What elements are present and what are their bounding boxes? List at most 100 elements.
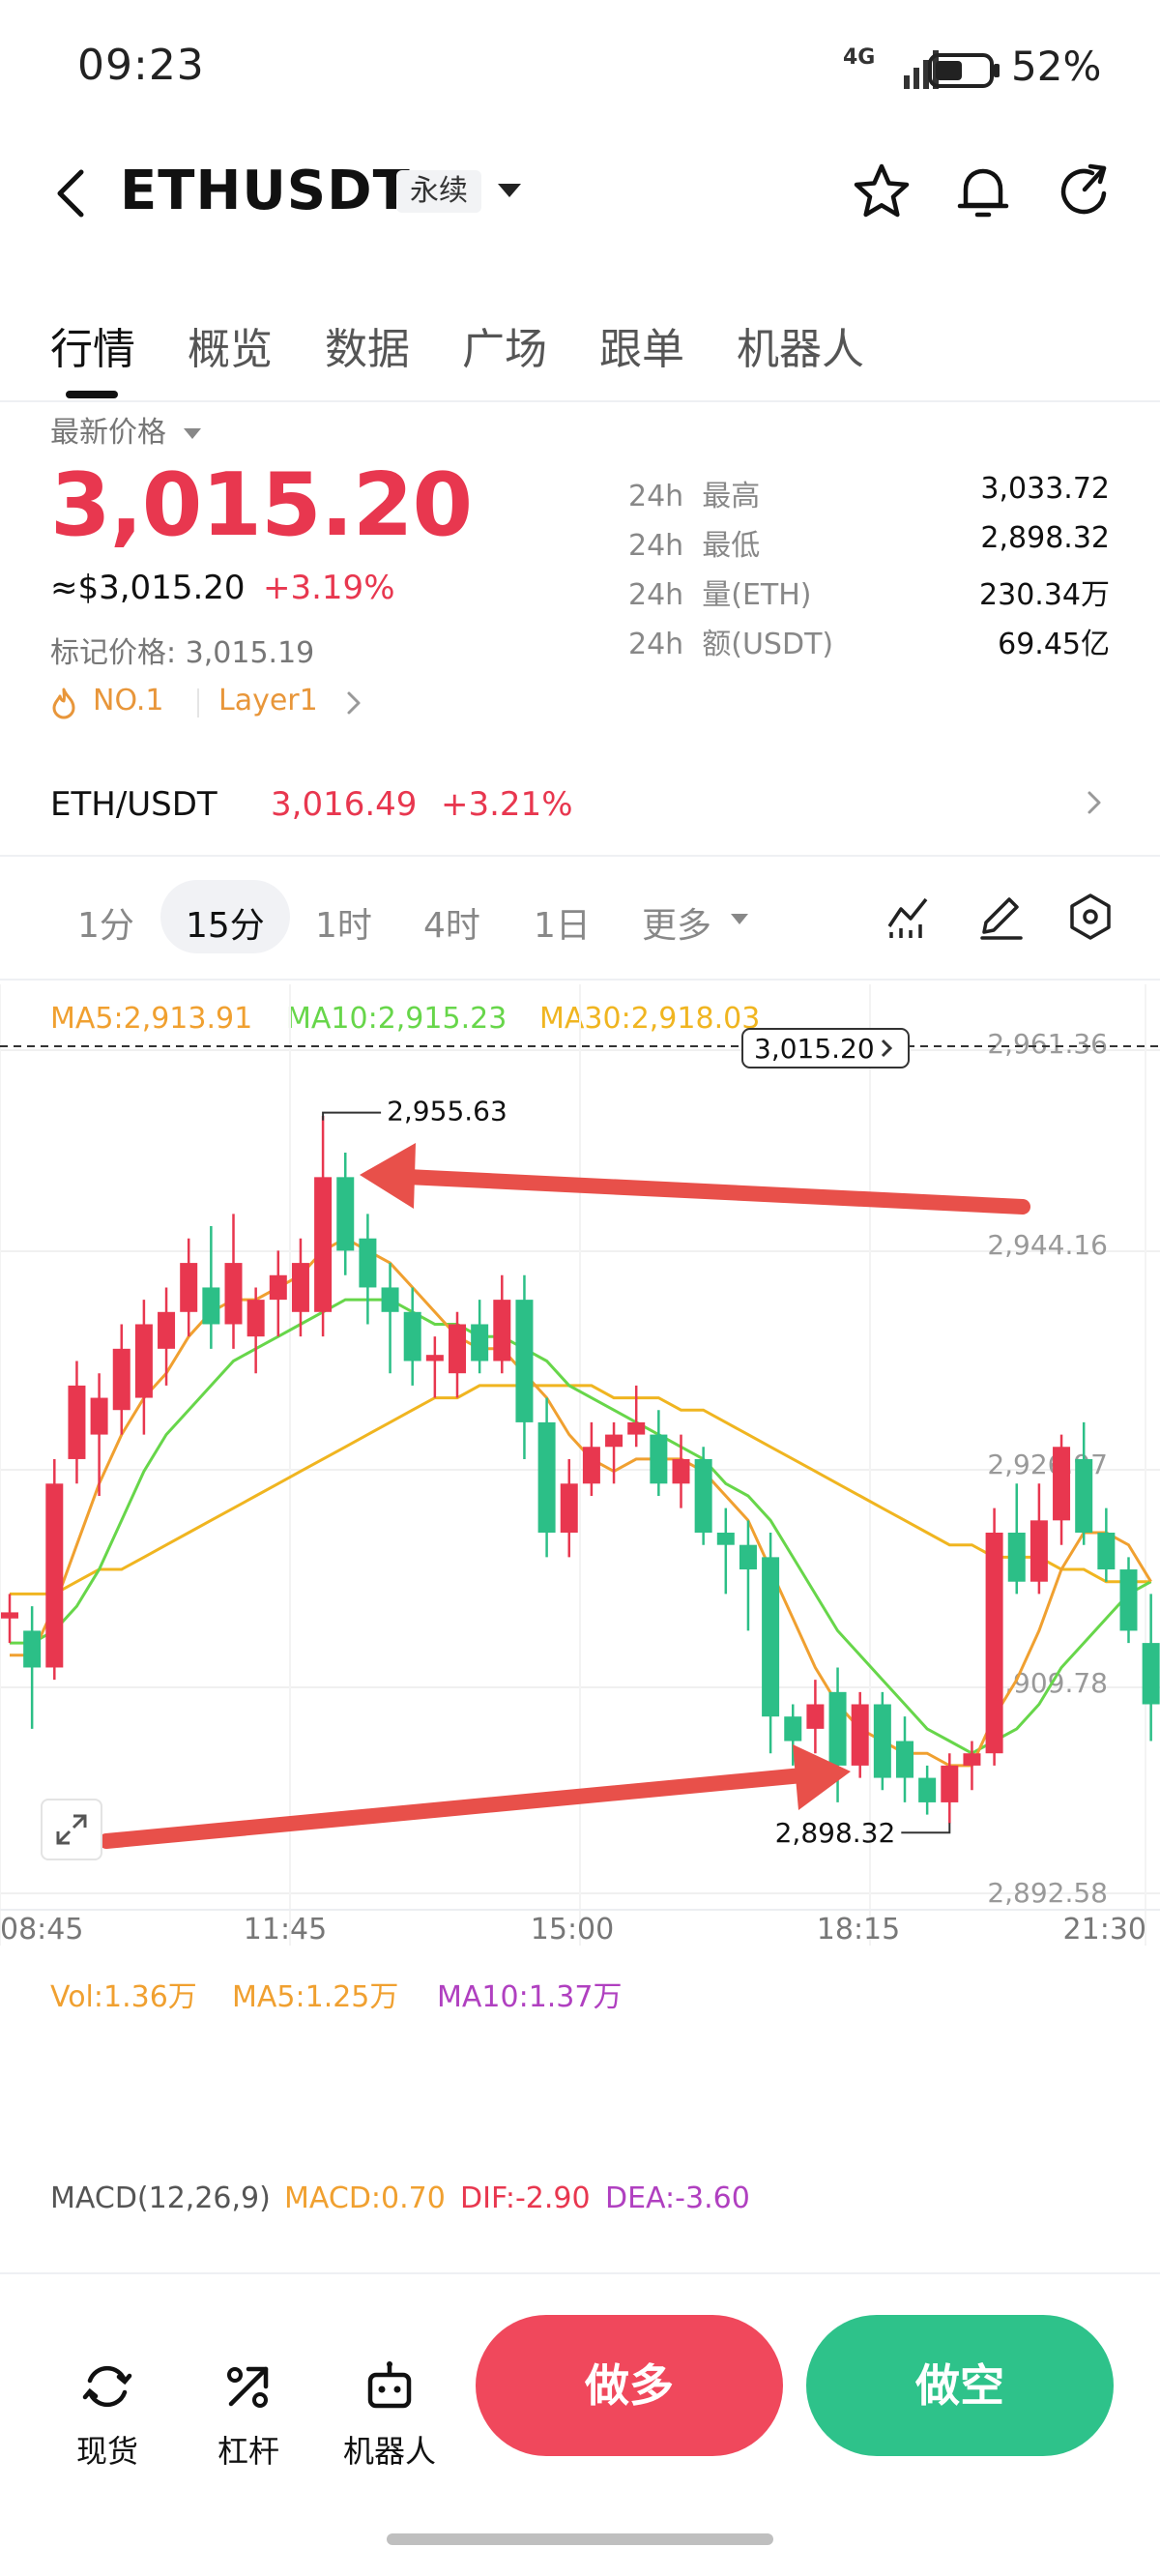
candle-body <box>68 1385 86 1459</box>
margin-nav-button[interactable]: 杠杆 <box>195 2357 302 2472</box>
vol-ma5-legend: MA5:1.25万 <box>232 1980 399 2014</box>
interval-1h[interactable]: 1时 <box>315 897 372 948</box>
long-button[interactable]: 做多 <box>476 2315 783 2456</box>
tab-copy-trade[interactable]: 跟单 <box>599 314 684 376</box>
spot-divider <box>0 855 1160 857</box>
tag-divider <box>197 688 199 717</box>
robot-icon <box>367 2361 412 2409</box>
rank-tag[interactable]: NO.1 <box>93 684 163 717</box>
expand-icon <box>56 1814 87 1845</box>
candle-body <box>650 1434 668 1484</box>
candle-body <box>851 1704 869 1766</box>
indicator-icon[interactable] <box>882 890 936 944</box>
usd-price: ≈$3,015.20 <box>50 569 246 607</box>
chevron-right-icon[interactable] <box>1085 787 1104 818</box>
candle-body <box>403 1311 421 1361</box>
candle-body <box>158 1311 176 1349</box>
candle-body <box>739 1544 757 1570</box>
interval-15m[interactable]: 15分 <box>186 897 265 948</box>
back-icon[interactable] <box>52 164 91 222</box>
tab-overview[interactable]: 概览 <box>188 314 273 376</box>
high-marker-line <box>322 1111 382 1121</box>
macd-name: MACD(12,26,9) <box>50 2181 271 2215</box>
bell-icon[interactable] <box>952 161 1014 222</box>
candle-body <box>582 1447 600 1484</box>
candle-body <box>1007 1533 1026 1582</box>
x-tick-label: 15:00 <box>531 1913 614 1946</box>
vol-ma10-legend: MA10:1.37万 <box>437 1980 623 2014</box>
candle-body <box>246 1300 265 1337</box>
candle-body <box>449 1324 466 1374</box>
candle-body <box>336 1177 355 1251</box>
tab-square[interactable]: 广场 <box>462 314 547 376</box>
chevron-right-icon[interactable] <box>344 688 363 717</box>
fire-icon <box>52 688 75 719</box>
fullscreen-button[interactable] <box>41 1799 102 1860</box>
draw-icon[interactable] <box>974 890 1029 944</box>
candle-body <box>112 1348 130 1411</box>
candle-body <box>762 1557 780 1717</box>
spot-pair: ETH/USDT <box>50 785 218 824</box>
arrow-shaft-bottom <box>99 1768 810 1849</box>
home-indicator[interactable] <box>387 2533 773 2545</box>
y-tick-label: 2,909.78 <box>987 1667 1108 1699</box>
candle-body <box>23 1630 42 1668</box>
price-tag-text: 3,015.20 <box>754 1033 875 1065</box>
spot-price: 3,016.49 <box>271 785 418 824</box>
candle-body <box>269 1274 287 1301</box>
status-bar: 09:23 4G 52% <box>0 0 1160 135</box>
caret-down-icon[interactable] <box>731 914 748 924</box>
candle-body <box>784 1716 802 1742</box>
candle-body <box>224 1263 243 1325</box>
change-percent: +3.19% <box>263 569 395 607</box>
y-tick-label: 2,961.36 <box>987 1028 1108 1060</box>
star-icon[interactable] <box>851 161 913 222</box>
y-tick-label: 2,944.16 <box>987 1229 1108 1261</box>
stat-low-value: 2,898.32 <box>980 521 1110 555</box>
candle-body <box>873 1704 891 1778</box>
spot-icon <box>82 2365 132 2408</box>
battery-percent: 52% <box>1011 43 1102 90</box>
spot-change: +3.21% <box>441 785 573 824</box>
short-button[interactable]: 做空 <box>806 2315 1114 2456</box>
candle-body <box>1142 1643 1160 1705</box>
candle-body <box>134 1324 153 1398</box>
interval-more[interactable]: 更多 <box>642 897 711 948</box>
candle-body <box>202 1287 220 1325</box>
battery-icon <box>928 53 1000 88</box>
settings-hex-icon[interactable] <box>1063 890 1117 944</box>
candle-body <box>828 1691 847 1766</box>
candle-body <box>806 1704 825 1729</box>
latest-price-label[interactable]: 最新价格 <box>50 408 201 451</box>
stat-high-label: 24h 最高 <box>628 480 761 513</box>
interval-1d[interactable]: 1日 <box>534 897 591 948</box>
interval-4h[interactable]: 4时 <box>423 897 480 948</box>
interval-1m[interactable]: 1分 <box>77 897 134 948</box>
x-tick-label: 11:45 <box>244 1913 327 1946</box>
macd-dif: DIF:-2.90 <box>460 2181 591 2215</box>
macd-dea: DEA:-3.60 <box>605 2181 750 2215</box>
tab-bots[interactable]: 机器人 <box>737 314 864 376</box>
current-price-tag: 3,015.20 <box>741 1028 910 1068</box>
share-icon[interactable] <box>1054 161 1116 222</box>
tab-data[interactable]: 数据 <box>325 314 410 376</box>
bottom-divider <box>0 2272 1160 2274</box>
candle-body <box>672 1458 690 1484</box>
chevron-down-icon[interactable] <box>498 184 521 197</box>
macd-value: MACD:0.70 <box>284 2181 446 2215</box>
candle-body <box>1030 1520 1048 1582</box>
candle-body <box>627 1421 646 1435</box>
category-tag[interactable]: Layer1 <box>218 684 318 717</box>
stat-low-label: 24h 最低 <box>628 529 761 563</box>
spot-nav-button[interactable]: 现货 <box>54 2357 160 2472</box>
candle-body <box>605 1434 624 1448</box>
symbol-title[interactable]: ETHUSDT <box>120 160 411 222</box>
contract-type-badge[interactable]: 永续 <box>396 170 481 213</box>
candlestick-chart[interactable]: 2,961.362,944.162,926.972,909.782,892.58… <box>0 979 1160 1946</box>
stat-high-value: 3,033.72 <box>980 472 1110 506</box>
bot-nav-button[interactable]: 机器人 <box>336 2357 443 2472</box>
status-time: 09:23 <box>77 41 205 90</box>
candle-body <box>515 1300 534 1422</box>
candle-body <box>537 1421 556 1534</box>
tab-market[interactable]: 行情 <box>50 314 135 376</box>
